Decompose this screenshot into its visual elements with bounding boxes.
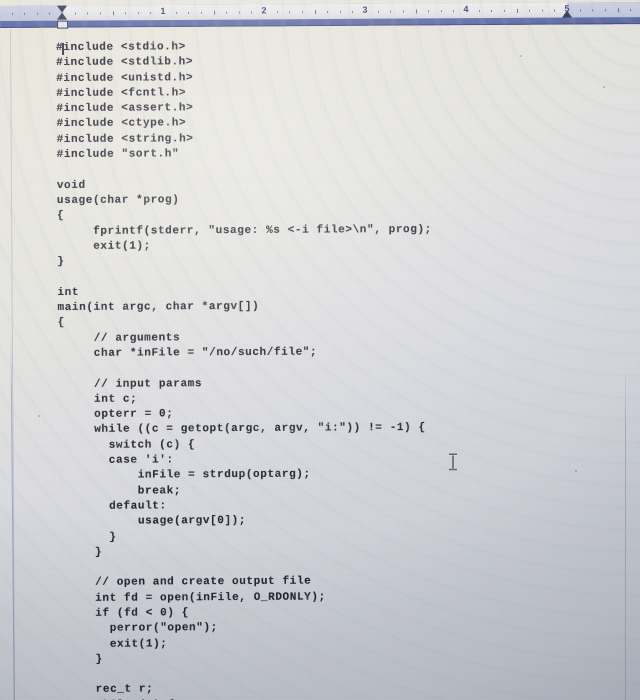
ruler-left-margin xyxy=(0,5,63,21)
ruler-tick xyxy=(415,9,417,14)
ruler-tick xyxy=(188,11,190,14)
document-text-body[interactable]: #include <stdio.h> #include <stdlib.h> #in… xyxy=(56,38,620,700)
ruler-tick xyxy=(200,11,202,14)
ruler-tick xyxy=(327,10,329,14)
ruler-tick xyxy=(87,12,89,15)
ruler-right-margin xyxy=(566,2,640,18)
ruler-tick xyxy=(592,9,594,12)
ruler-tick xyxy=(604,9,606,12)
ruler-tick xyxy=(541,9,543,12)
ruler-tick xyxy=(352,10,354,13)
page-right-edge xyxy=(625,360,626,700)
ruler-tick xyxy=(36,12,38,15)
ruler-tick xyxy=(150,12,152,15)
ruler-tick xyxy=(453,10,455,13)
ruler-tick xyxy=(24,12,26,15)
right-indent-marker[interactable] xyxy=(562,10,573,18)
hanging-indent-marker[interactable] xyxy=(57,12,68,20)
left-indent-box-marker[interactable] xyxy=(57,20,69,29)
ruler-tick xyxy=(251,11,253,14)
dust-speck xyxy=(520,55,522,57)
ruler-tick xyxy=(503,9,505,12)
ruler-tick xyxy=(440,10,442,13)
first-line-indent-marker[interactable] xyxy=(56,5,68,13)
ruler-number: 4 xyxy=(463,4,469,15)
ruler-tick xyxy=(137,12,139,15)
ruler-tick xyxy=(49,12,51,15)
ruler-tick xyxy=(11,12,13,15)
ruler-tick xyxy=(617,8,619,13)
ruler-tick xyxy=(175,11,177,14)
ruler-number: 1 xyxy=(160,5,166,17)
text-caret xyxy=(61,42,64,56)
ruler-tick xyxy=(226,11,228,14)
ruler-tick xyxy=(339,10,341,13)
ruler-tick xyxy=(238,11,240,14)
ruler-tick xyxy=(276,11,278,14)
ruler-tick xyxy=(529,9,531,12)
ruler-tick xyxy=(377,10,379,13)
ruler-tick xyxy=(428,10,430,13)
ruler-tick xyxy=(478,10,480,13)
ruler-tick xyxy=(491,9,493,12)
ruler-tick xyxy=(579,9,581,12)
dust-speck xyxy=(575,470,577,472)
ruler-tick xyxy=(630,9,632,12)
horizontal-ruler[interactable]: 12345 xyxy=(0,2,640,29)
dust-speck xyxy=(603,86,605,88)
ruler-tick xyxy=(112,11,114,16)
i-beam-cursor-icon xyxy=(447,453,459,476)
ruler-number: 2 xyxy=(261,5,267,16)
dust-speck xyxy=(38,415,40,417)
ruler-tick xyxy=(213,10,215,15)
ruler-tick xyxy=(74,12,76,15)
ruler-tick xyxy=(554,9,556,12)
ruler-tick xyxy=(301,11,303,14)
screen-photo: 12345 #include <stdio.h> #include <stdlib… xyxy=(0,0,640,700)
ruler-number: 3 xyxy=(362,4,368,15)
ruler-tick xyxy=(516,8,518,13)
ruler-tick xyxy=(125,12,127,15)
ruler-tick xyxy=(314,10,316,15)
ruler-tick xyxy=(99,12,101,15)
ruler-tick xyxy=(402,10,404,13)
ruler-tick xyxy=(390,10,392,13)
ruler-tick xyxy=(289,11,291,14)
